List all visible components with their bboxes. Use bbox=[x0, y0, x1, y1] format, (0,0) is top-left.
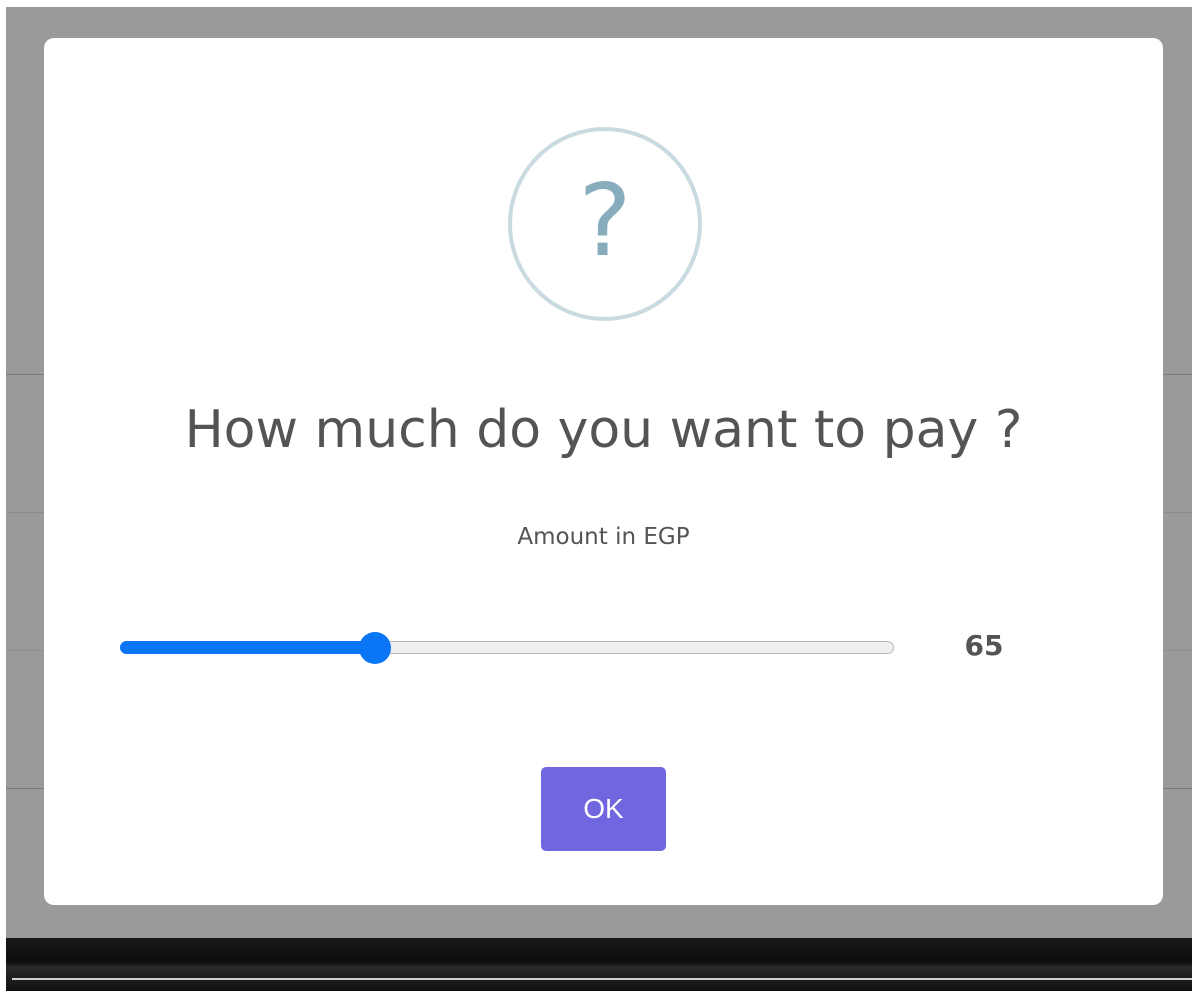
amount-label: Amount in EGP bbox=[517, 524, 690, 550]
question-glyph: ? bbox=[578, 162, 632, 279]
dialog-title: How much do you want to pay ? bbox=[184, 400, 1023, 460]
amount-value: 65 bbox=[964, 629, 1004, 662]
payment-dialog: ? How much do you want to pay ? Amount i… bbox=[44, 38, 1163, 905]
ok-button[interactable]: OK bbox=[541, 767, 666, 851]
question-icon: ? bbox=[508, 127, 702, 321]
slider-thumb[interactable] bbox=[359, 632, 391, 664]
background-footer-strip bbox=[6, 938, 1192, 991]
slider-fill bbox=[120, 641, 375, 654]
amount-slider[interactable] bbox=[120, 632, 894, 664]
